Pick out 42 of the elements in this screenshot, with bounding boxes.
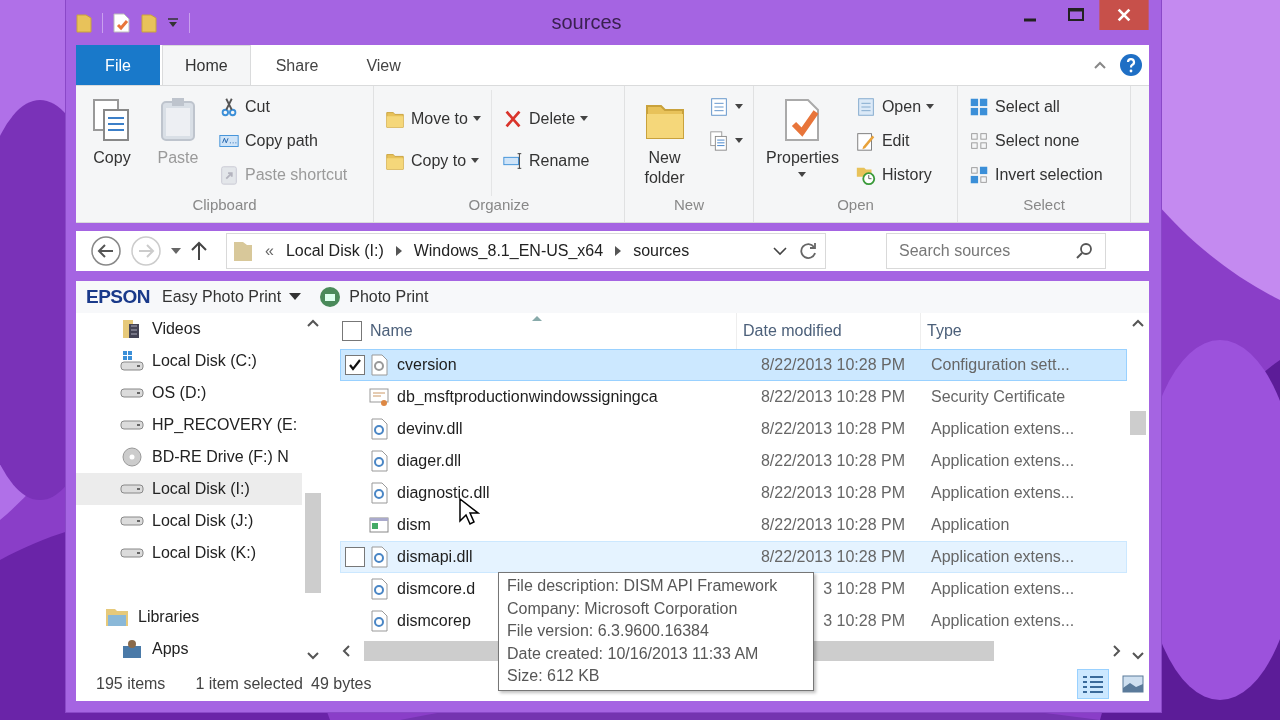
group-label: Select <box>1022 196 1066 215</box>
date-cell: 3 10:28 PM <box>823 612 905 630</box>
type-cell-text: Application extens... <box>930 580 1076 598</box>
date-cell: 8/22/2013 10:28 PM <box>760 548 905 566</box>
group-label: Open <box>836 196 875 215</box>
item-count: 195 items <box>96 674 166 693</box>
date-cell: 8/22/2013 10:28 PM <box>760 420 905 438</box>
type-cell-text: Application extens... <box>930 452 1076 470</box>
file-name: dism <box>397 516 431 534</box>
type-cell-text: Application extens... <box>930 612 1076 630</box>
date-cell: 8/22/2013 10:28 PM <box>760 452 905 470</box>
tooltip-line: Date created: 10/16/2013 11:33 AM <box>507 643 760 664</box>
window-title: sources <box>550 11 623 34</box>
type-cell-text: Security Certificate <box>930 388 1067 406</box>
logo: EPSON <box>86 286 151 308</box>
tooltip-line: Company: Microsoft Corporation <box>507 598 739 619</box>
date-cell: 8/22/2013 10:28 PM <box>760 356 905 374</box>
selection-count: 1 item selected <box>195 674 303 693</box>
group-label: Organize <box>467 196 531 215</box>
file-name: db_msftproductionwindowssigningca <box>397 388 658 406</box>
date-cell: 8/22/2013 10:28 PM <box>760 484 905 502</box>
selection-size: 49 bytes <box>311 674 372 693</box>
tooltip-line: File version: 6.3.9600.16384 <box>507 621 710 642</box>
file-name: diagnostic.dll <box>397 484 490 502</box>
file-name: diager.dll <box>397 452 462 470</box>
file-name: dismcorep <box>397 612 471 630</box>
file-name: cversion <box>397 356 457 374</box>
type-cell-text: Configuration sett... <box>930 356 1071 374</box>
tooltip-line: Size: 612 KB <box>507 666 601 687</box>
file-name: dismcore.d <box>397 580 476 598</box>
tooltip-line: File description: DISM API Framework <box>507 576 779 596</box>
file-name: dismapi.dll <box>397 548 473 566</box>
type-cell-text: Application extens... <box>930 548 1076 566</box>
date-cell: 3 10:28 PM <box>823 580 905 598</box>
group-label: New <box>673 196 705 215</box>
file-name: devinv.dll <box>397 420 463 438</box>
type-cell-text: Application extens... <box>930 484 1076 502</box>
type-cell-text: Application <box>930 516 1011 534</box>
date-cell: 8/22/2013 10:28 PM <box>760 388 905 406</box>
date-cell: 8/22/2013 10:28 PM <box>760 516 905 534</box>
group-label: Clipboard <box>191 196 258 215</box>
type-cell-text: Application extens... <box>930 420 1076 438</box>
